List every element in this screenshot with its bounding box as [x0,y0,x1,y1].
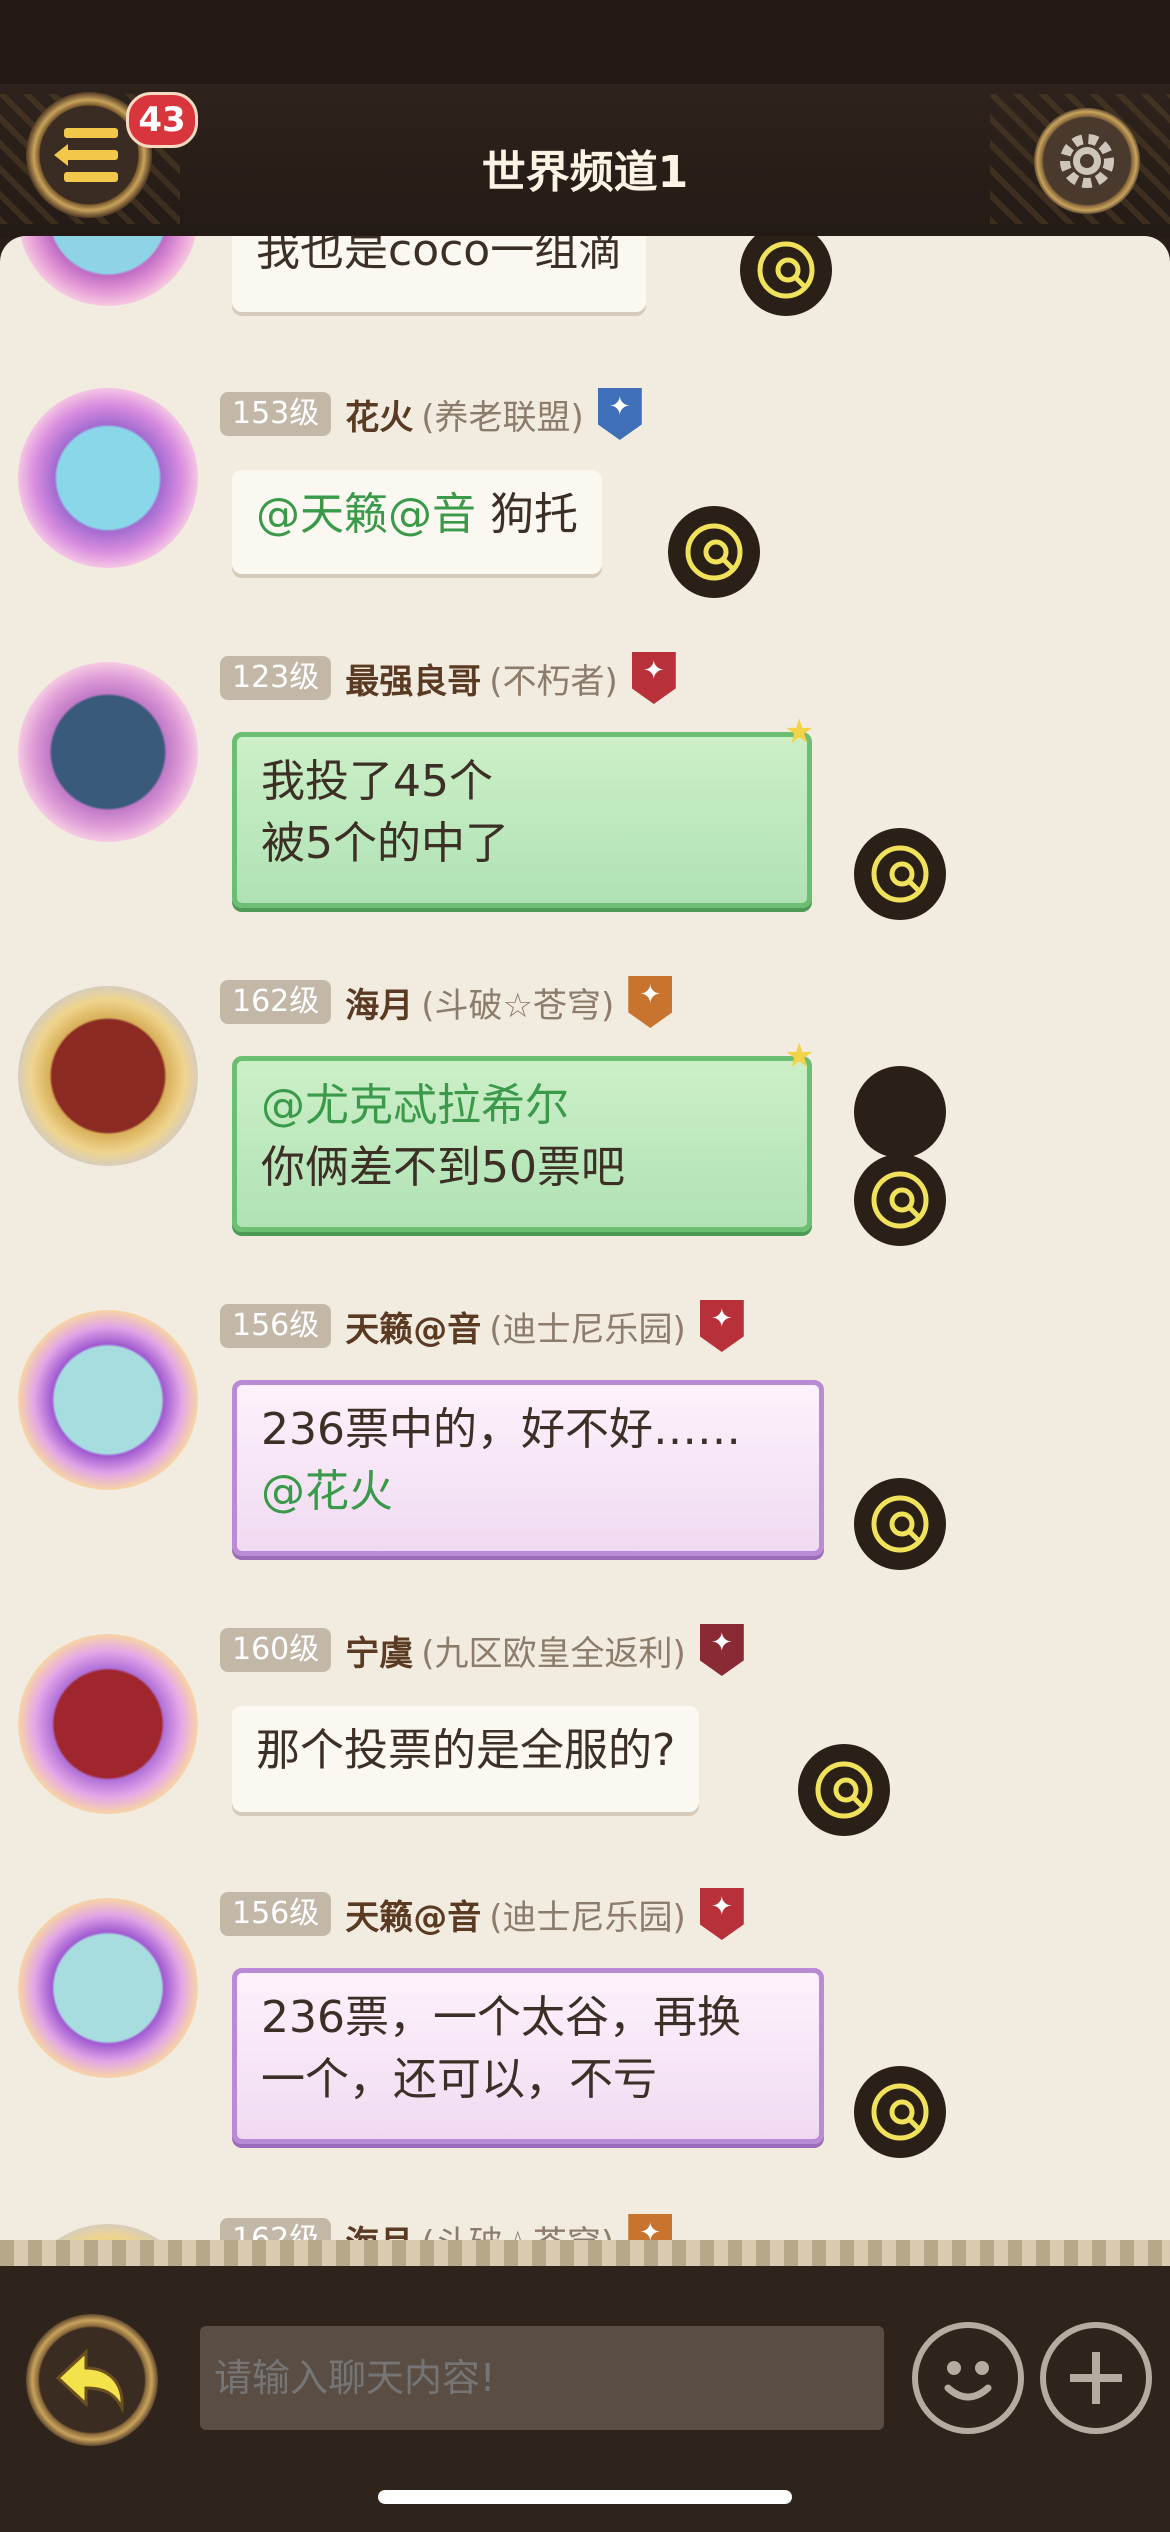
guild-emblem-icon [631,652,676,704]
message-meta: 162级 海月 (斗破☆苍穹) [220,976,673,1028]
emoji-button[interactable] [912,2322,1024,2434]
guild-emblem-icon [628,976,673,1028]
vote-lookup-button[interactable] [740,236,832,316]
avatar[interactable] [18,1310,198,1490]
message-bubble: 那个投票的是全服的? [232,1706,700,1812]
message-line: 236票中的，好不好…… [261,1404,741,1455]
level-badge: 153级 [220,392,332,436]
message-text: 狗托 [476,489,578,540]
message-bubble: @尤克忒拉希尔 你俩差不到50票吧 [232,1056,812,1232]
message-line: 236票，一个太谷，再换 [261,1992,741,2043]
search-ticket-icon [871,1495,929,1553]
message-bubble: @天籁@音 狗托 [232,470,602,574]
message-line: 你俩差不到50票吧 [261,1142,625,1193]
message-line: 一个，还可以，不亏 [261,2054,657,2105]
mention[interactable]: @天籁@音 [256,489,476,540]
username[interactable]: 花火 [345,390,413,439]
level-badge: 156级 [220,1304,332,1348]
guild-emblem-icon [699,1300,744,1352]
message-line: 被5个的中了 [261,818,509,869]
avatar[interactable] [18,1898,198,2078]
footer-divider [0,2240,1170,2266]
search-ticket-icon [871,845,929,903]
message-text: 我也是coco一组滴 [256,236,623,276]
vote-lookup-button[interactable] [854,1478,946,1570]
level-badge: 156级 [220,1892,332,1936]
username[interactable]: 天籁@音 [345,1890,481,1939]
star-icon: ★ [784,712,815,752]
vote-lookup-button[interactable] [854,2066,946,2158]
mention[interactable]: @花火 [261,1461,795,1523]
avatar[interactable] [18,388,198,568]
vote-lookup-button-placeholder [854,1066,946,1158]
chat-list[interactable]: 我也是coco一组滴 153级 花火 (养老联盟) @天籁@音 狗托 123级 … [0,236,1170,2248]
chat-input[interactable] [200,2326,884,2430]
search-ticket-icon [871,2083,929,2141]
level-badge: 160级 [220,1628,332,1672]
guild-name: (不朽者) [489,661,618,702]
search-ticket-icon [871,1171,929,1229]
message-text: 那个投票的是全服的? [256,1725,676,1776]
level-badge: 123级 [220,656,332,700]
username[interactable]: 最强良哥 [345,654,481,703]
status-bar [0,0,1170,84]
search-ticket-icon [815,1761,873,1819]
plus-icon [1070,2352,1122,2404]
guild-emblem-icon [699,1624,744,1676]
settings-button[interactable] [1034,108,1140,214]
vote-lookup-button[interactable] [668,506,760,598]
avatar[interactable] [18,1634,198,1814]
message-meta: 156级 天籁@音 (迪士尼乐园) [220,1300,744,1352]
message-bubble: 236票中的，好不好…… @花火 [232,1380,824,1556]
avatar[interactable] [18,662,198,842]
guild-name: (斗破☆苍穹) [421,985,615,1026]
search-ticket-icon [685,523,743,581]
vote-lookup-button[interactable] [854,828,946,920]
avatar[interactable] [18,236,198,306]
guild-name: (迪士尼乐园) [489,1897,686,1938]
guild-emblem-icon [597,388,642,440]
username[interactable]: 宁虞 [345,1626,413,1675]
vote-lookup-button[interactable] [854,1154,946,1246]
back-arrow-icon [55,2348,124,2414]
message-bubble: 236票，一个太谷，再换 一个，还可以，不亏 [232,1968,824,2144]
message-bubble: 我也是coco一组滴 [232,236,647,312]
message-meta: 123级 最强良哥 (不朽者) [220,652,676,704]
vote-lookup-button[interactable] [798,1744,890,1836]
add-button[interactable] [1040,2322,1152,2434]
guild-emblem-icon [699,1888,744,1940]
page-title: 世界频道1 [481,147,689,198]
search-ticket-icon [757,241,815,299]
username[interactable]: 海月 [345,978,413,1027]
guild-name: (九区欧皇全返利) [421,1633,686,1674]
home-indicator[interactable] [378,2490,792,2504]
message-meta: 153级 花火 (养老联盟) [220,388,642,440]
username[interactable]: 天籁@音 [345,1302,481,1351]
smiley-icon [944,2361,992,2401]
guild-name: (养老联盟) [421,397,584,438]
gear-icon [1060,134,1114,188]
header: 43 世界频道1 [0,84,1170,238]
mention[interactable]: @尤克忒拉希尔 [261,1075,783,1137]
star-icon: ★ [784,1036,815,1076]
message-meta: 160级 宁虞 (九区欧皇全返利) [220,1624,744,1676]
level-badge: 162级 [220,980,332,1024]
message-bubble: 我投了45个 被5个的中了 [232,732,812,908]
avatar[interactable] [18,986,198,1166]
guild-name: (迪士尼乐园) [489,1309,686,1350]
back-button[interactable] [26,2314,158,2446]
message-line: 我投了45个 [261,756,493,807]
message-meta: 156级 天籁@音 (迪士尼乐园) [220,1888,744,1940]
